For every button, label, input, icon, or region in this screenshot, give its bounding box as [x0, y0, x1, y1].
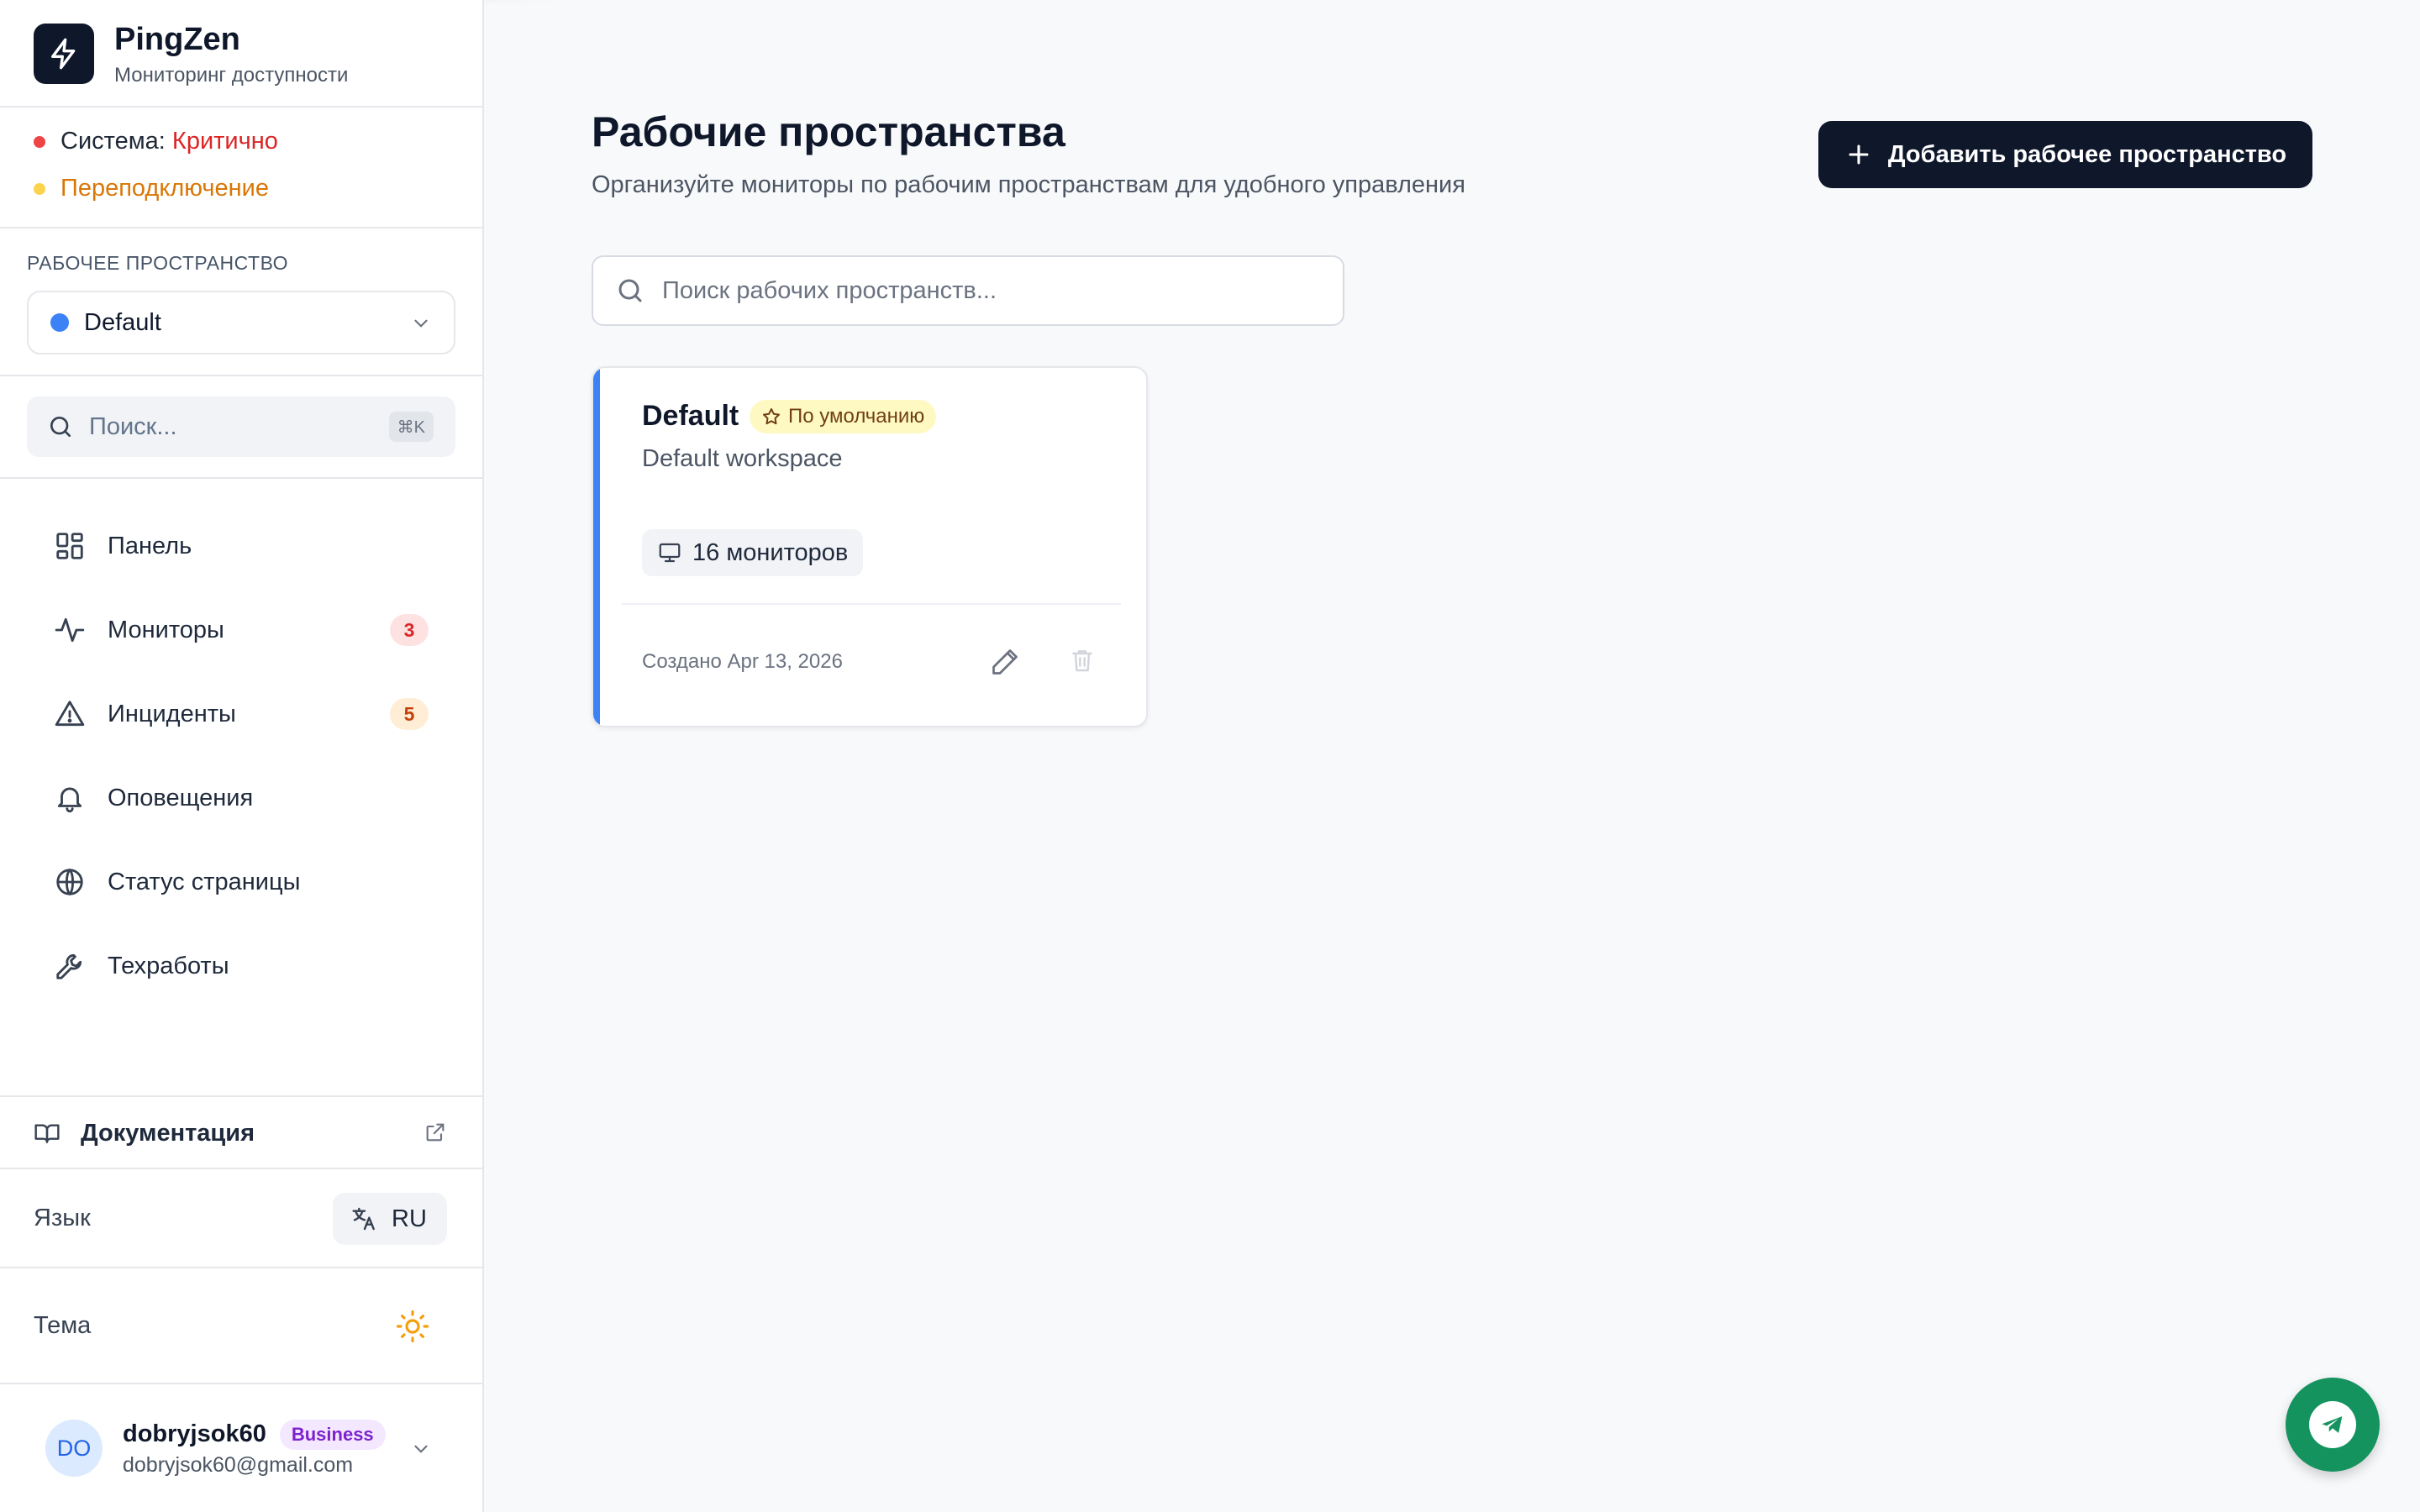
- user-email: dobryjsok60@gmail.com: [123, 1452, 354, 1477]
- telegram-icon: [2309, 1401, 2356, 1448]
- sidebar: PingZen Мониторинг доступности Система: …: [0, 0, 484, 1512]
- workspace-search-input[interactable]: Поиск рабочих пространств...: [592, 255, 1344, 326]
- shortcut-hint: ⌘K: [388, 412, 434, 442]
- wrench-icon: [56, 953, 82, 979]
- divider: [0, 375, 482, 376]
- brand-name: PingZen: [114, 22, 240, 57]
- language-value: RU: [392, 1205, 427, 1232]
- nav-item-alerts[interactable]: Оповещения: [0, 756, 484, 840]
- dashboard-icon: [56, 533, 83, 559]
- language-label: Язык: [34, 1204, 91, 1231]
- nav-item-label: Статус страницы: [108, 868, 301, 895]
- nav-item-label: Оповещения: [108, 784, 254, 811]
- search-icon: [618, 279, 642, 302]
- workspace-selector-label: РАБОЧЕЕ ПРОСТРАНСТВО: [27, 252, 289, 274]
- lightning-icon: [34, 24, 94, 84]
- monitor-count: 16 мониторов: [692, 538, 849, 566]
- connection-status-label: Переподключение: [60, 175, 269, 202]
- star-icon: [763, 408, 780, 425]
- status-dot-warning: [34, 182, 45, 195]
- nav-item-status-pages[interactable]: Статус страницы: [0, 840, 484, 924]
- add-workspace-label: Добавить рабочее пространство: [1887, 140, 2287, 168]
- workspace-card-accent: [593, 368, 600, 726]
- nav-item-maintenance[interactable]: Техработы: [0, 924, 484, 1008]
- telegram-support-button[interactable]: [2286, 1378, 2380, 1472]
- bell-icon: [57, 787, 82, 813]
- book-icon: [34, 1124, 60, 1143]
- plan-badge: Business: [279, 1419, 386, 1450]
- sun-icon[interactable]: [395, 1309, 430, 1344]
- workspace-selected: Default: [84, 308, 161, 336]
- workspace-search-placeholder: Поиск рабочих пространств...: [662, 276, 997, 304]
- nav-item-label: Мониторы: [108, 616, 224, 643]
- page-title: Рабочие пространства: [592, 108, 1065, 155]
- alert-triangle-icon: [55, 701, 85, 727]
- nav-item-monitors[interactable]: Мониторы 3: [0, 588, 484, 672]
- divider: [0, 477, 482, 479]
- documentation-link[interactable]: Документация: [0, 1097, 482, 1169]
- workspace-created-date: Создано Apr 13, 2026: [642, 650, 843, 673]
- external-link-icon: [426, 1123, 445, 1142]
- workspace-card-title: Default: [642, 400, 739, 432]
- workspace-selector[interactable]: Default: [27, 291, 455, 354]
- nav-item-dashboard[interactable]: Панель: [0, 504, 484, 588]
- monitors-count-badge: 3: [390, 614, 429, 646]
- user-name-row: dobryjsok60 Business: [123, 1419, 386, 1450]
- nav-item-label: Инциденты: [108, 700, 236, 727]
- avatar: DO: [45, 1420, 103, 1477]
- user-info: dobryjsok60 Business dobryjsok60@gmail.c…: [123, 1419, 386, 1478]
- theme-label: Тема: [34, 1311, 92, 1339]
- connection-status: Переподключение: [34, 175, 269, 202]
- brand[interactable]: PingZen Мониторинг доступности: [34, 22, 471, 87]
- language-button[interactable]: RU: [333, 1193, 447, 1245]
- card-divider: [622, 603, 1121, 605]
- system-status: Система: Критично: [34, 128, 278, 155]
- nav-item-incidents[interactable]: Инциденты 5: [0, 672, 484, 756]
- sidebar-search-placeholder: Поиск...: [89, 412, 177, 440]
- incidents-count-badge: 5: [390, 698, 429, 730]
- workspace-card-description: Default workspace: [642, 445, 843, 472]
- workspace-card[interactable]: Default По умолчанию Default workspace 1…: [592, 366, 1148, 727]
- add-workspace-button[interactable]: Добавить рабочее пространство: [1818, 121, 2312, 188]
- system-status-label: Система:: [60, 128, 172, 155]
- trash-icon[interactable]: [1069, 647, 1096, 674]
- search-icon: [50, 417, 71, 437]
- activity-icon: [55, 617, 85, 643]
- language-row: Язык RU: [0, 1169, 482, 1267]
- nav-item-label: Техработы: [108, 952, 229, 979]
- globe-icon: [56, 868, 83, 896]
- default-badge-label: По умолчанию: [788, 405, 925, 428]
- default-badge: По умолчанию: [750, 400, 937, 433]
- edit-icon[interactable]: [990, 647, 1020, 677]
- main-nav: Панель Мониторы 3 Инциденты 5 Оповещения…: [0, 504, 484, 1008]
- divider: [0, 227, 482, 228]
- nav-item-label: Панель: [108, 532, 192, 559]
- user-name: dobryjsok60: [123, 1420, 266, 1447]
- workspace-color-dot: [50, 313, 69, 332]
- status-dot-critical: [34, 135, 45, 148]
- monitor-count-chip: 16 мониторов: [642, 529, 864, 576]
- documentation-label: Документация: [81, 1119, 255, 1147]
- theme-row: Тема: [0, 1267, 482, 1384]
- divider: [0, 106, 482, 108]
- page-subtitle: Организуйте мониторы по рабочим простран…: [592, 171, 1465, 198]
- chevron-down-icon: [414, 319, 428, 328]
- chevron-down-icon: [414, 1445, 428, 1453]
- plus-icon: [1849, 144, 1869, 165]
- brand-subtitle: Мониторинг доступности: [114, 64, 349, 87]
- translate-icon: [352, 1207, 375, 1231]
- user-menu[interactable]: DO dobryjsok60 Business dobryjsok60@gmai…: [0, 1384, 482, 1512]
- monitor-icon: [659, 543, 681, 563]
- sidebar-search[interactable]: Поиск... ⌘K: [27, 396, 455, 457]
- system-status-value: Критично: [171, 128, 278, 155]
